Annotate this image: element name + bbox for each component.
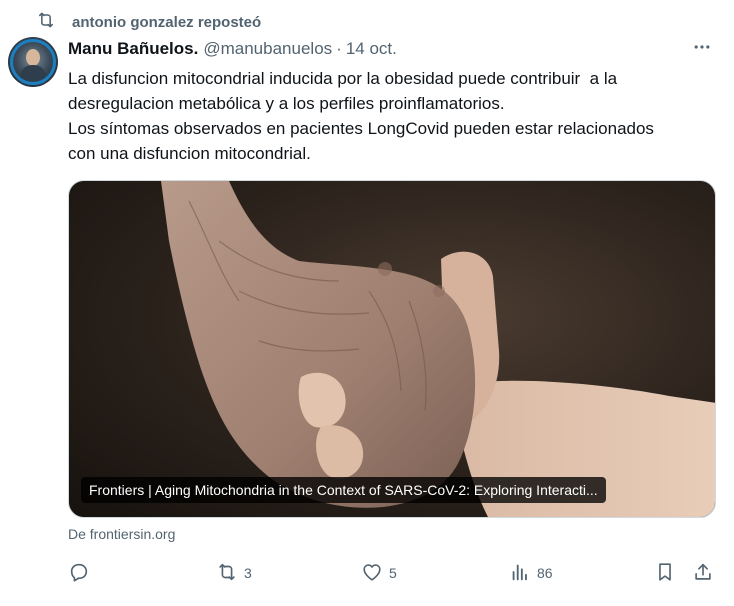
like-count: 5: [389, 565, 397, 581]
card-image: [161, 181, 715, 517]
like-button[interactable]: 5: [361, 560, 397, 586]
tweet-header: Manu Bañuelos. @manubanuelos · 14 oct.: [68, 38, 397, 60]
share-icon: [692, 561, 714, 586]
header-separator: ·: [336, 39, 342, 58]
author-name[interactable]: Manu Bañuelos.: [68, 39, 198, 59]
avatar-ring: [10, 39, 56, 85]
tweet-text-line: La disfuncion mitocondrial inducida por …: [68, 69, 618, 88]
share-button[interactable]: [692, 560, 714, 586]
views-button[interactable]: 86: [509, 560, 553, 586]
reply-button[interactable]: [68, 560, 90, 586]
reply-icon: [68, 561, 90, 586]
tweet-text-line: desregulacion metabólica y a los perfile…: [68, 94, 505, 113]
author-handle[interactable]: @manubanuelos: [203, 39, 332, 59]
bookmark-icon: [654, 561, 676, 586]
more-button[interactable]: [690, 38, 714, 60]
card-source[interactable]: De frontiersin.org: [68, 526, 175, 542]
retweet-count: 3: [244, 565, 252, 581]
repost-icon: [36, 10, 56, 35]
tweet-text-line: con una disfuncion mitocondrial.: [68, 144, 311, 163]
tweet-text-line: Los síntomas observados en pacientes Lon…: [68, 119, 654, 138]
like-icon: [361, 561, 383, 586]
action-bar: 3 5 86: [68, 560, 720, 586]
retweet-icon: [216, 561, 238, 586]
link-card[interactable]: Frontiers | Aging Mitochondria in the Co…: [68, 180, 716, 518]
retweet-button[interactable]: 3: [216, 560, 252, 586]
card-caption[interactable]: Frontiers | Aging Mitochondria in the Co…: [81, 477, 606, 503]
tweet-text: La disfuncion mitocondrial inducida por …: [68, 66, 716, 166]
bookmark-button[interactable]: [654, 560, 676, 586]
repost-label[interactable]: antonio gonzalez reposteó: [72, 14, 261, 31]
avatar[interactable]: [8, 37, 58, 87]
repost-indicator[interactable]: antonio gonzalez reposteó: [36, 10, 261, 34]
tweet-date[interactable]: 14 oct.: [346, 39, 397, 59]
more-icon: [692, 37, 712, 62]
views-icon: [509, 561, 531, 586]
views-count: 86: [537, 565, 553, 581]
